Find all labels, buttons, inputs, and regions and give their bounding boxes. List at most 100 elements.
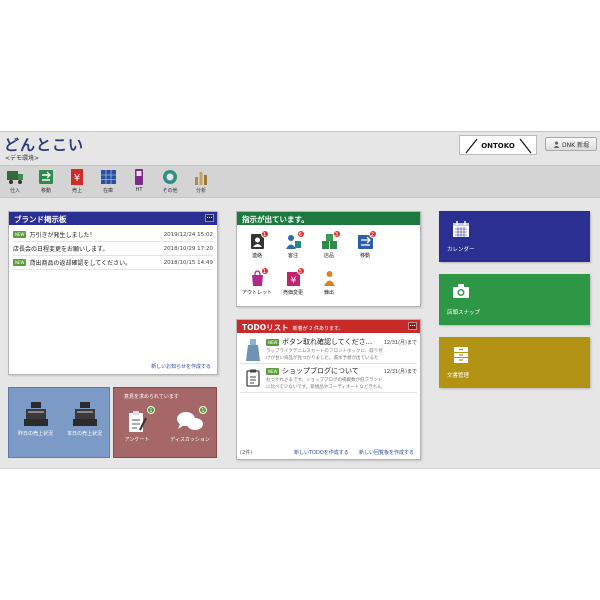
toolbar-purchase[interactable]: 仕入	[0, 168, 30, 198]
todo-item-title: ボタン取れ確認してくださ...	[282, 338, 373, 346]
clipboard-icon	[246, 369, 260, 387]
toolbar-label: 仕入	[9, 188, 20, 194]
calendar-label: カレンダー	[447, 247, 475, 253]
todo-item-due: 12/31(月)まで	[383, 369, 417, 375]
todo-item-desc: ラップライクデニムスカートのフロントホックに、取り付	[266, 349, 383, 354]
instruction-move[interactable]: 2 移動	[347, 230, 383, 259]
brand-board-header: ブランド掲示板 …	[9, 212, 217, 225]
price-change-icon: ¥ 5	[285, 267, 305, 287]
new-todo-link[interactable]: 新しいTODOを作成する	[294, 449, 349, 456]
today-sales-tile[interactable]: 本日の売上状況	[62, 400, 107, 437]
toolbar-label: 売上	[71, 188, 82, 194]
survey-clipboard-icon	[129, 411, 147, 432]
instruction-label: 連絡	[251, 253, 262, 259]
count-badge: 3	[332, 230, 341, 238]
new-badge: NEW	[266, 368, 280, 375]
store-goods-icon: 3	[321, 230, 341, 250]
instruction-label: 客注	[287, 253, 298, 259]
user-menu-button[interactable]: DNK 新堀	[545, 137, 597, 151]
new-notice-link[interactable]: 新しいお知らせを作成する	[151, 363, 211, 370]
store-snap-tile[interactable]: 店頭スナップ	[439, 274, 590, 325]
outlet-icon: 1	[249, 267, 269, 287]
instruction-dispatch[interactable]: 錬出	[311, 270, 347, 296]
toolbar-label: HT	[135, 187, 143, 193]
board-row-text: 万引きが発生しました！	[29, 232, 96, 239]
instruction-label: 移動	[359, 253, 370, 259]
board-row[interactable]: NEW 万引きが発生しました！ 2019/12/24 15:02	[13, 228, 213, 242]
app-title[interactable]: どんとこい	[4, 134, 84, 155]
instructions-title: 指示が出ています。	[242, 215, 309, 224]
todo-panel: TODOリスト 新着が 2 件あります。 … NEW ボタン取れ確認してくださ..…	[236, 319, 421, 460]
toolbar-inventory[interactable]: 在庫	[93, 168, 123, 198]
instruction-store-goods[interactable]: 3 店品	[311, 230, 347, 259]
environment-label: <デモ環境>	[5, 155, 40, 162]
new-badge: NEW	[13, 259, 27, 266]
move-icon: 2	[357, 230, 377, 250]
instruction-label: アウトレット	[241, 290, 272, 296]
dispatch-icon	[321, 270, 338, 287]
board-row-text: 貸出商品の返却確認をしてください。	[29, 260, 132, 267]
logo-text: ONTOKO	[481, 142, 515, 150]
toolbar-other[interactable]: その他	[155, 168, 185, 198]
board-row[interactable]: NEW 貸出商品の返却確認をしてください。 2018/10/15 14:49	[13, 256, 213, 270]
survey-badge: 1	[147, 406, 155, 414]
toolbar-transfer[interactable]: 移動	[31, 168, 61, 198]
instructions-header: 指示が出ています。	[237, 212, 420, 225]
app-frame: どんとこい <デモ環境> ONTOKO DNK 新堀 仕入 移動 ¥ 売上 在庫…	[0, 131, 600, 469]
new-circular-link[interactable]: 新しい回覧板を作成する	[359, 449, 414, 456]
todo-item[interactable]: NEW ショップブログについて 12/31(月)まで おつかれさまです。ショップ…	[240, 365, 417, 393]
user-name: DNK 新堀	[562, 141, 589, 149]
count-badge: 1	[260, 230, 269, 238]
chat-bubbles-icon	[177, 412, 203, 430]
toolbar-label: その他	[162, 188, 178, 194]
todo-subtitle: 新着が 2 件あります。	[292, 326, 344, 332]
todo-item-due: 12/31(月)まで	[383, 340, 417, 346]
truck-icon	[7, 171, 23, 184]
instruction-outlet[interactable]: 1 アウトレット	[239, 267, 275, 296]
toolbar-label: 移動	[40, 188, 51, 194]
clothing-icon	[246, 339, 260, 361]
instruction-price-change[interactable]: ¥ 5 売価変更	[275, 267, 311, 296]
todo-item-desc: けが甘い商品が見つかりました。漏水予想が出ているた	[266, 356, 379, 361]
panel-menu-button[interactable]: …	[408, 322, 417, 330]
todo-item[interactable]: NEW ボタン取れ確認してくださ... 12/31(月)まで ラップライクデニム…	[240, 336, 417, 364]
toolbar-label: 分析	[195, 188, 206, 194]
toolbar-ht[interactable]: HT	[124, 168, 154, 198]
todo-item-desc: に比べて少ないです。新規品やコーディネートなどきちん	[266, 385, 382, 390]
toolbar-sales[interactable]: ¥ 売上	[62, 168, 92, 198]
toolbar-analysis[interactable]: 分析	[186, 168, 216, 198]
instruction-contact[interactable]: 1 連絡	[239, 230, 275, 259]
brand-board-title: ブランド掲示板	[14, 215, 67, 224]
discussion-label: ディスカッション	[170, 437, 210, 443]
cash-register-icon	[23, 402, 48, 426]
store-snap-label: 店頭スナップ	[447, 310, 481, 316]
new-badge: NEW	[266, 339, 280, 346]
sales-status-panel: 昨日の売上状況 本日の売上状況	[8, 387, 110, 458]
contact-icon: 1	[249, 230, 269, 250]
handheld-terminal-icon	[135, 169, 143, 185]
todo-count: (2件)	[240, 450, 253, 456]
board-row-text: 店長会の日程変更をお願いします。	[13, 246, 109, 253]
board-row[interactable]: 店長会の日程変更をお願いします。 2018/10/29 17:20	[13, 242, 213, 256]
yesterday-sales-tile[interactable]: 昨日の売上状況	[13, 400, 58, 437]
discussion-tile[interactable]: 1 ディスカッション	[164, 406, 216, 443]
inventory-grid-icon	[101, 170, 116, 184]
survey-tile[interactable]: 1 アンケート	[117, 406, 157, 443]
circle-other-icon	[163, 170, 177, 184]
today-sales-label: 本日の売上状況	[66, 431, 102, 437]
new-badge: NEW	[13, 231, 27, 238]
user-icon	[553, 141, 560, 148]
panel-menu-button[interactable]: …	[205, 214, 214, 222]
document-management-tile[interactable]: 文書管理	[439, 337, 590, 388]
opinions-panel: 意見を求められています 1 アンケート 1 ディスカッション	[113, 387, 217, 458]
toolbar-label: 在庫	[102, 188, 113, 194]
calendar-tile[interactable]: カレンダー	[439, 211, 590, 262]
count-badge: 6	[296, 230, 305, 238]
file-cabinet-icon	[454, 347, 468, 363]
company-logo: ONTOKO	[459, 135, 537, 155]
count-badge: 5	[296, 267, 305, 275]
instruction-customer-order[interactable]: 6 客注	[275, 230, 311, 259]
discussion-badge: 1	[199, 406, 207, 414]
count-badge: 1	[260, 267, 269, 275]
todo-header: TODOリスト 新着が 2 件あります。 …	[237, 320, 420, 333]
